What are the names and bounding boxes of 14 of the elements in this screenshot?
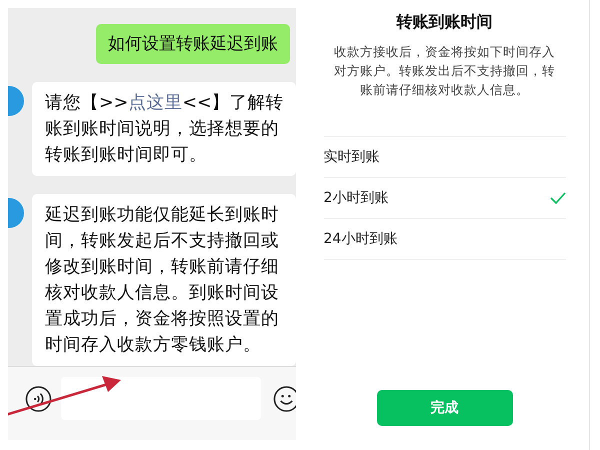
emoji-icon[interactable]: [272, 384, 296, 412]
time-option[interactable]: 24小时到账: [324, 219, 566, 260]
sheet-title: 转账到账时间: [396, 11, 492, 33]
avatar[interactable]: [8, 198, 24, 228]
message-text: 请您【>>点这里<<】了解转账到账时间说明，选择想要的转账到账时间即可。: [45, 92, 285, 167]
avatar[interactable]: [8, 86, 24, 116]
sheet-description: 收款方接收后，资金将按如下时间存入对方账户。转账发出后不支持撤回，转账前请仔细核对收款人信息。: [333, 43, 556, 99]
link[interactable]: 点这里: [128, 93, 182, 113]
message-text: 延迟到账功能仅能延长到账时间，转账发起后不支持撤回或修改到账时间，转账前请仔细核对收款人信息。到账时间设置成功后，资金将按照设置的时间存入收款方零钱账户。: [45, 204, 280, 357]
voice-icon[interactable]: [25, 384, 52, 412]
message-bubble: 如何设置转账延迟到账: [96, 24, 290, 64]
time-option[interactable]: 实时到账: [324, 137, 566, 178]
message-input[interactable]: [60, 377, 261, 420]
time-option[interactable]: 2小时到账: [324, 178, 566, 219]
